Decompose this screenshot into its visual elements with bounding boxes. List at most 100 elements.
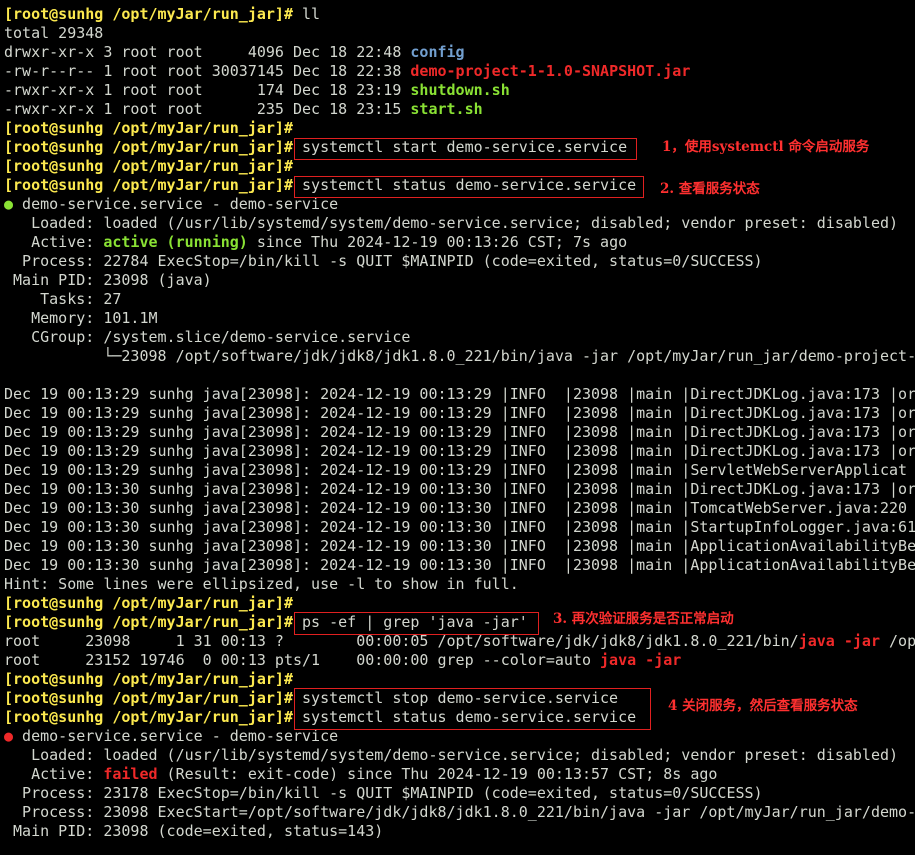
terminal-text-segment: start.sh xyxy=(410,100,483,118)
terminal-line: Dec 19 00:13:30 sunhg java[23098]: 2024-… xyxy=(4,499,915,518)
terminal-text-segment: root 23152 19746 0 00:13 pts/1 00:00:00 … xyxy=(4,651,601,669)
terminal-text-segment: ● xyxy=(4,727,14,745)
terminal-text-segment: [root@sunhg /opt/myJar/run_jar]# xyxy=(4,157,293,175)
terminal-text-segment: demo-project-1-1.0-SNAPSHOT.jar xyxy=(410,62,691,80)
terminal-text-segment: └─23098 /opt/software/jdk/jdk8/jdk1.8.0_… xyxy=(4,347,915,365)
terminal-text-segment: Loaded: loaded (/usr/lib/systemd/system/… xyxy=(4,746,899,764)
terminal-text-segment: demo-service.service - demo-service xyxy=(13,195,339,213)
terminal-text-segment: Active: xyxy=(4,233,104,251)
terminal-text-segment: -rwxr-xr-x 1 root root 174 Dec 18 23:19 xyxy=(4,81,411,99)
terminal-text-segment: [root@sunhg /opt/myJar/run_jar]# xyxy=(4,613,303,631)
terminal-text-segment: shutdown.sh xyxy=(410,81,510,99)
terminal-text-segment: Process: 22784 ExecStop=/bin/kill -s QUI… xyxy=(4,252,763,270)
terminal-text-segment: Dec 19 00:13:30 sunhg java[23098]: 2024-… xyxy=(4,518,915,536)
terminal-text-segment: failed xyxy=(103,765,158,783)
terminal-text-segment: Dec 19 00:13:29 sunhg java[23098]: 2024-… xyxy=(4,461,908,479)
terminal-text-segment: Loaded: loaded (/usr/lib/systemd/system/… xyxy=(4,214,899,232)
terminal-line: Dec 19 00:13:29 sunhg java[23098]: 2024-… xyxy=(4,461,915,480)
terminal-line: Active: failed (Result: exit-code) since… xyxy=(4,765,915,784)
terminal-text-segment: Dec 19 00:13:29 sunhg java[23098]: 2024-… xyxy=(4,385,915,403)
terminal-line: [root@sunhg /opt/myJar/run_jar]# ll xyxy=(4,5,915,24)
terminal-line: Dec 19 00:13:30 sunhg java[23098]: 2024-… xyxy=(4,518,915,537)
terminal-line: Tasks: 27 xyxy=(4,290,915,309)
terminal-line: Dec 19 00:13:29 sunhg java[23098]: 2024-… xyxy=(4,404,915,423)
terminal-line: CGroup: /system.slice/demo-service.servi… xyxy=(4,328,915,347)
terminal-line: -rw-r--r-- 1 root root 30037145 Dec 18 2… xyxy=(4,62,915,81)
terminal-text-segment: Main PID: 23098 (java) xyxy=(4,271,212,289)
terminal-text-segment: CGroup: /system.slice/demo-service.servi… xyxy=(4,328,411,346)
terminal-text-segment: Tasks: 27 xyxy=(4,290,122,308)
terminal-text-segment: [root@sunhg /opt/myJar/run_jar]# xyxy=(4,708,303,726)
annotation-box-start xyxy=(294,138,637,160)
terminal-line: [root@sunhg /opt/myJar/run_jar]# xyxy=(4,594,915,613)
terminal-line: drwxr-xr-x 3 root root 4096 Dec 18 22:48… xyxy=(4,43,915,62)
annotation-note-3: 3. 再次验证服务是否正常启动 xyxy=(553,611,734,627)
terminal-text-segment: demo-service.service - demo-service xyxy=(13,727,339,745)
terminal-text-segment: Process: 23098 ExecStart=/opt/software/j… xyxy=(4,803,915,821)
terminal-line: Process: 22784 ExecStop=/bin/kill -s QUI… xyxy=(4,252,915,271)
terminal-line: Main PID: 23098 (java) xyxy=(4,271,915,290)
terminal-window[interactable]: [root@sunhg /opt/myJar/run_jar]# ll total… xyxy=(0,0,915,855)
annotation-box-stop-status xyxy=(294,688,651,730)
terminal-text-segment: total 29348 xyxy=(4,24,104,42)
terminal-text-segment: ll xyxy=(302,5,321,23)
terminal-text-segment: Dec 19 00:13:29 sunhg java[23098]: 2024-… xyxy=(4,423,915,441)
terminal-text-segment: Dec 19 00:13:29 sunhg java[23098]: 2024-… xyxy=(4,404,915,422)
terminal-line: └─23098 /opt/software/jdk/jdk8/jdk1.8.0_… xyxy=(4,347,915,366)
terminal-text-segment: Dec 19 00:13:30 sunhg java[23098]: 2024-… xyxy=(4,537,915,555)
terminal-line: root 23152 19746 0 00:13 pts/1 00:00:00 … xyxy=(4,651,915,670)
terminal-text-segment: java -jar xyxy=(600,651,682,669)
terminal-text-segment: /opt xyxy=(889,632,915,650)
terminal-line: Process: 23178 ExecStop=/bin/kill -s QUI… xyxy=(4,784,915,803)
terminal-text-segment: Dec 19 00:13:30 sunhg java[23098]: 2024-… xyxy=(4,499,908,517)
terminal-line: Memory: 101.1M xyxy=(4,309,915,328)
terminal-text-segment: [root@sunhg /opt/myJar/run_jar]# xyxy=(4,670,293,688)
terminal-line: Process: 23098 ExecStart=/opt/software/j… xyxy=(4,803,915,822)
terminal-line: Hint: Some lines were ellipsized, use -l… xyxy=(4,575,915,594)
terminal-line: Active: active (running) since Thu 2024-… xyxy=(4,233,915,252)
terminal-text-segment: Active: xyxy=(4,765,104,783)
annotation-note-1: 1，使用systemctl 命令启动服务 xyxy=(662,139,870,155)
terminal-line: Loaded: loaded (/usr/lib/systemd/system/… xyxy=(4,214,915,233)
terminal-line: Dec 19 00:13:29 sunhg java[23098]: 2024-… xyxy=(4,385,915,404)
terminal-text-segment: [root@sunhg /opt/myJar/run_jar]# xyxy=(4,689,303,707)
terminal-text-segment: active (running) xyxy=(103,233,248,251)
terminal-text-segment: (Result: exit-code) since Thu 2024-12-19… xyxy=(157,765,718,783)
terminal-line: Dec 19 00:13:29 sunhg java[23098]: 2024-… xyxy=(4,423,915,442)
terminal-line: Dec 19 00:13:30 sunhg java[23098]: 2024-… xyxy=(4,537,915,556)
annotation-box-ps xyxy=(294,612,539,635)
terminal-line: -rwxr-xr-x 1 root root 235 Dec 18 23:15 … xyxy=(4,100,915,119)
terminal-text-segment: [root@sunhg /opt/myJar/run_jar]# xyxy=(4,594,293,612)
terminal-line: Dec 19 00:13:30 sunhg java[23098]: 2024-… xyxy=(4,480,915,499)
annotation-note-2: 2. 查看服务状态 xyxy=(660,181,760,197)
terminal-text-segment: [root@sunhg /opt/myJar/run_jar]# xyxy=(4,138,303,156)
terminal-text-segment: since Thu 2024-12-19 00:13:26 CST; 7s ag… xyxy=(247,233,628,251)
terminal-text-segment: Dec 19 00:13:30 sunhg java[23098]: 2024-… xyxy=(4,556,915,574)
terminal-text-segment: [root@sunhg /opt/myJar/run_jar]# xyxy=(4,119,293,137)
terminal-line: Main PID: 23098 (code=exited, status=143… xyxy=(4,822,915,841)
terminal-text-segment: config xyxy=(410,43,465,61)
terminal-text-segment: Process: 23178 ExecStop=/bin/kill -s QUI… xyxy=(4,784,763,802)
terminal-line: [root@sunhg /opt/myJar/run_jar]# xyxy=(4,119,915,138)
terminal-line: total 29348 xyxy=(4,24,915,43)
terminal-line: [root@sunhg /opt/myJar/run_jar]# xyxy=(4,670,915,689)
terminal-text-segment: Main PID: 23098 (code=exited, status=143… xyxy=(4,822,384,840)
terminal-text-segment: ● xyxy=(4,195,14,213)
terminal-text-segment: Memory: 101.1M xyxy=(4,309,158,327)
terminal-line: -rwxr-xr-x 1 root root 174 Dec 18 23:19 … xyxy=(4,81,915,100)
terminal-text-segment: [root@sunhg /opt/myJar/run_jar]# xyxy=(4,176,303,194)
terminal-text-segment: -rw-r--r-- 1 root root 30037145 Dec 18 2… xyxy=(4,62,411,80)
annotation-note-4: 4 关闭服务，然后查看服务状态 xyxy=(668,698,858,714)
terminal-text-segment: [root@sunhg /opt/myJar/run_jar]# xyxy=(4,5,303,23)
terminal-text-segment: java -jar xyxy=(798,632,880,650)
terminal-text-segment: Dec 19 00:13:29 sunhg java[23098]: 2024-… xyxy=(4,442,915,460)
terminal-text-segment: Dec 19 00:13:30 sunhg java[23098]: 2024-… xyxy=(4,480,915,498)
terminal-text-segment: -rwxr-xr-x 1 root root 235 Dec 18 23:15 xyxy=(4,100,411,118)
terminal-line: Dec 19 00:13:30 sunhg java[23098]: 2024-… xyxy=(4,556,915,575)
terminal-text-segment: Hint: Some lines were ellipsized, use -l… xyxy=(4,575,519,593)
terminal-line: Loaded: loaded (/usr/lib/systemd/system/… xyxy=(4,746,915,765)
terminal-text-segment: drwxr-xr-x 3 root root 4096 Dec 18 22:48 xyxy=(4,43,411,61)
terminal-line: Dec 19 00:13:29 sunhg java[23098]: 2024-… xyxy=(4,442,915,461)
annotation-box-status xyxy=(294,176,644,198)
